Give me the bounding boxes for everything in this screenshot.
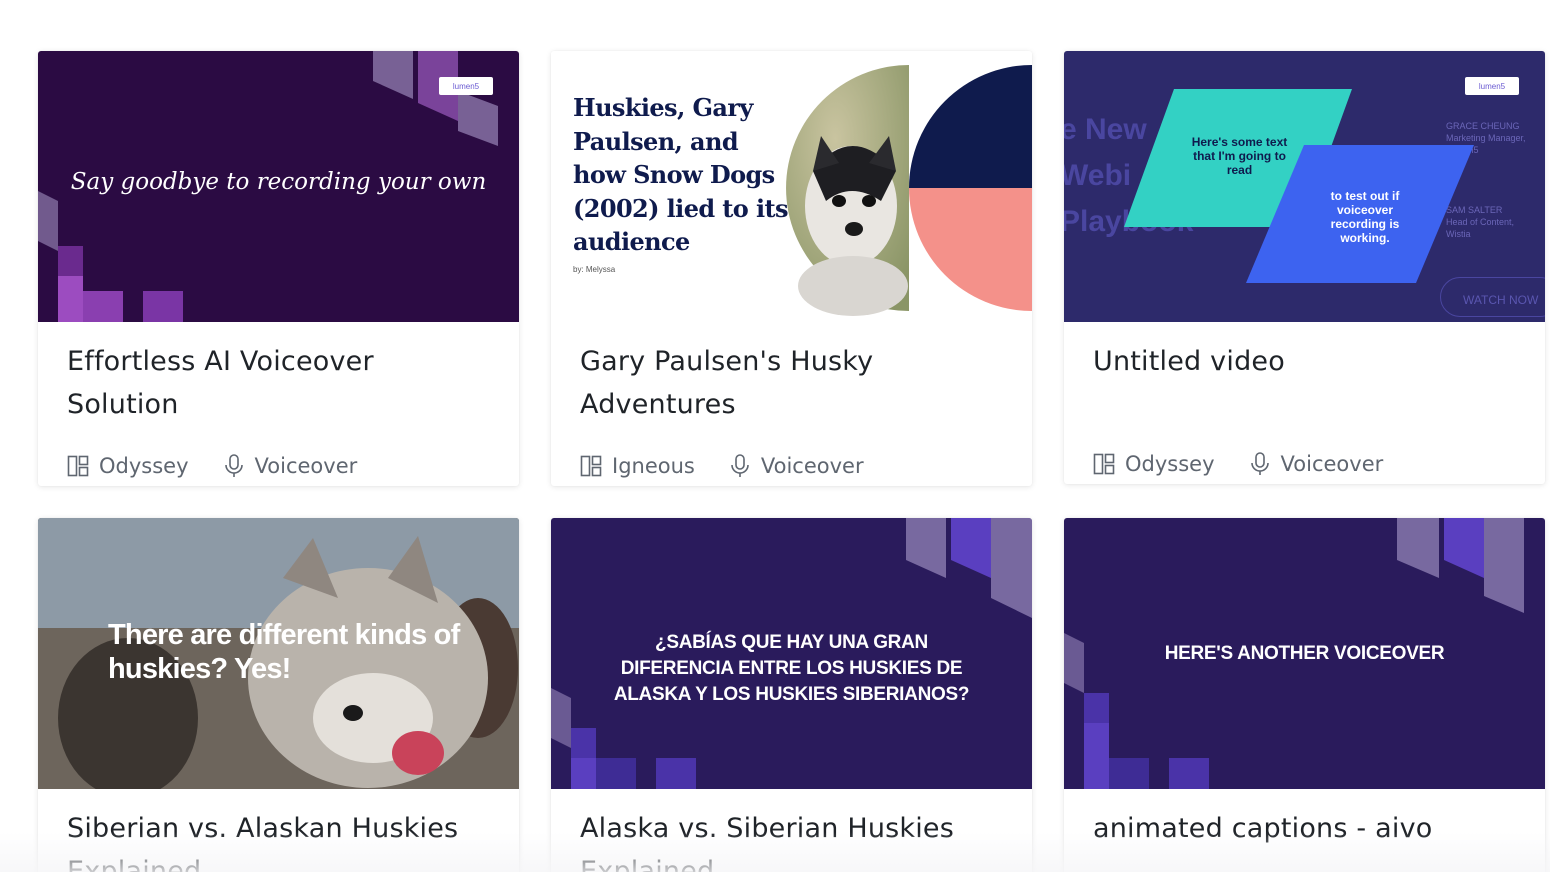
layout-icon [67,455,89,477]
type-label: Voiceover [760,454,864,478]
video-title[interactable]: animated captions - aivo [1093,807,1516,872]
video-thumbnail[interactable]: e New Webi Playbook GRACE CHEUNGMarketin… [1064,51,1545,322]
layout-icon [580,455,602,477]
slide-box-2: to test out if voiceover recording is wo… [1330,189,1400,245]
theme-label: Odyssey [1125,452,1215,476]
microphone-icon [731,454,749,477]
husky-photo [786,65,1032,316]
video-card[interactable]: Huskies, Gary Paulsen, and how Snow Dogs… [551,51,1032,486]
theme-tag: Igneous [580,454,695,478]
microphone-icon [1250,452,1269,475]
video-title[interactable]: Gary Paulsen's Husky Adventures [580,340,1003,426]
slide-caption: ¿SABÍAS QUE HAY UNA GRAN DIFERENCIA ENTR… [613,632,970,705]
video-title[interactable]: Effortless AI Voiceover Solution [67,340,490,426]
theme-label: Igneous [612,454,695,478]
theme-tag: Odyssey [67,454,189,478]
text-boxes [1124,89,1474,283]
type-tag: Voiceover [223,454,358,478]
video-thumbnail[interactable]: There are different kinds of huskies? Ye… [38,518,519,789]
type-label: Voiceover [1280,452,1384,476]
slide-caption: There are different kinds of huskies? Ye… [108,619,460,685]
video-card[interactable]: lumen5 Say goodbye to recording your own… [38,51,519,486]
video-card[interactable]: There are different kinds of huskies? Ye… [38,518,519,872]
type-tag: Voiceover [1249,452,1384,476]
layout-icon [1093,453,1115,475]
video-card[interactable]: ¿SABÍAS QUE HAY UNA GRAN DIFERENCIA ENTR… [551,518,1032,872]
video-thumbnail[interactable]: lumen5 Say goodbye to recording your own [38,51,519,322]
video-thumbnail[interactable]: Huskies, Gary Paulsen, and how Snow Dogs… [551,51,1032,322]
slide-caption: Say goodbye to recording your own [70,169,487,195]
video-thumbnail[interactable]: HERE'S ANOTHER VOICEOVER [1064,518,1545,789]
theme-label: Odyssey [99,454,189,478]
slide-caption: HERE'S ANOTHER VOICEOVER [1164,643,1445,664]
theme-tag: Odyssey [1093,452,1215,476]
type-tag: Voiceover [729,454,864,478]
microphone-icon [224,454,243,477]
lumen5-logo: lumen5 [439,77,493,95]
video-meta: Igneous Voiceover [580,446,1003,486]
video-meta: Odyssey Voiceover [1093,444,1516,484]
video-title[interactable]: Untitled video [1093,340,1516,426]
slide-box-1: Here's some text that I'm going to read [1191,135,1288,177]
video-title[interactable]: Siberian vs. Alaskan Huskies Explained [67,807,490,872]
video-thumbnail[interactable]: ¿SABÍAS QUE HAY UNA GRAN DIFERENCIA ENTR… [551,518,1032,789]
type-label: Voiceover [254,454,358,478]
video-card[interactable]: HERE'S ANOTHER VOICEOVER animated captio… [1064,518,1545,872]
video-card[interactable]: e New Webi Playbook GRACE CHEUNGMarketin… [1064,51,1545,484]
video-meta: Odyssey Voiceover [67,446,490,486]
video-title[interactable]: Alaska vs. Siberian Huskies Explained [580,807,1003,872]
